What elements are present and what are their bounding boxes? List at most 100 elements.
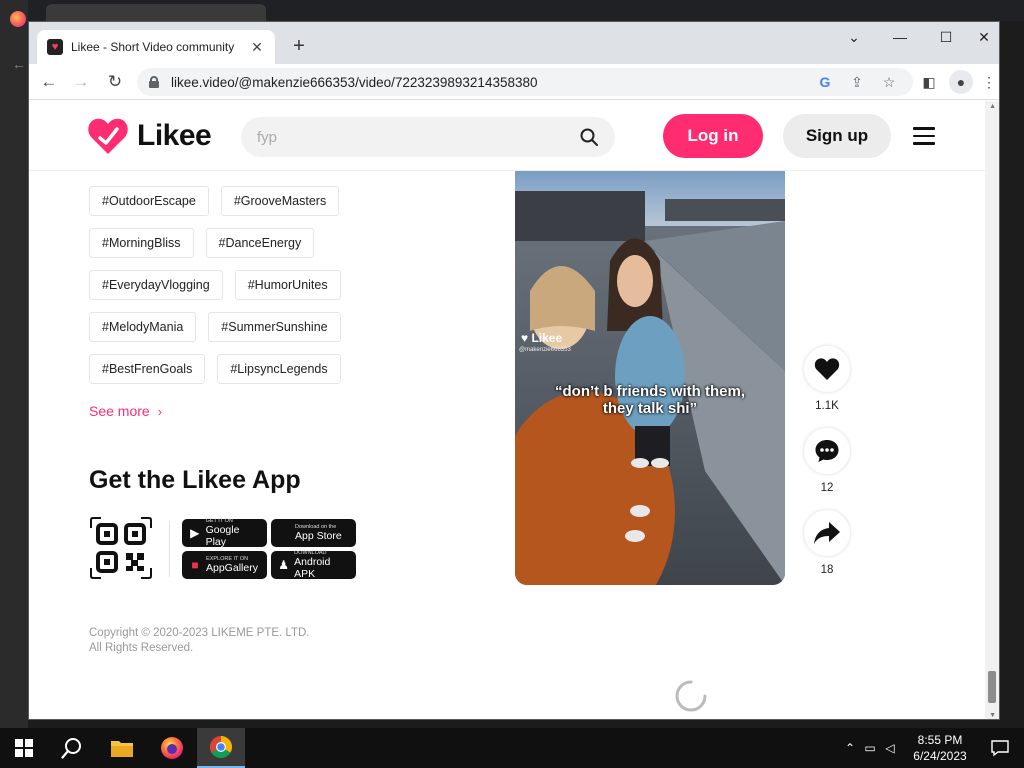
search-taskbar-button[interactable]: [48, 728, 96, 768]
hashtag-item[interactable]: #SummerSunshine: [208, 312, 341, 342]
tab-search-icon[interactable]: ⌄: [831, 26, 877, 48]
system-clock[interactable]: 8:55 PM 6/24/2023: [906, 732, 974, 764]
hashtag-item[interactable]: #LipsyncLegends: [217, 354, 341, 384]
minimize-button[interactable]: —: [877, 26, 923, 48]
caption-line: they talk shi”: [602, 400, 698, 417]
chrome-taskbar-button[interactable]: [197, 728, 245, 768]
hashtag-item[interactable]: #MelodyMania: [89, 312, 197, 342]
video-watermark: ♥ Likee: [521, 331, 563, 345]
search-bar[interactable]: [241, 117, 615, 157]
google-play-button[interactable]: ▶ GET IT ON Google Play: [182, 518, 267, 548]
watermark-username: @makenzie666353: [519, 347, 571, 353]
tab-title: Likee - Short Video community: [71, 40, 235, 54]
hashtag-item[interactable]: #HumorUnites: [234, 270, 341, 300]
firefox-icon: [10, 11, 26, 27]
qr-code-icon: [90, 517, 152, 579]
tag-row: #EverydayVlogging #HumorUnites: [89, 270, 389, 300]
like-button[interactable]: [804, 346, 850, 392]
notification-button[interactable]: [976, 728, 1024, 768]
hashtag-item[interactable]: #MorningBliss: [89, 228, 194, 258]
share-count: 18: [820, 564, 834, 576]
scroll-down-icon[interactable]: ▼: [989, 712, 996, 719]
hashtag-item[interactable]: #OutdoorEscape: [89, 186, 209, 216]
comment-icon: [815, 440, 839, 462]
firefox-taskbar-button[interactable]: [148, 728, 196, 768]
hashtag-item[interactable]: #GrooveMasters: [220, 186, 340, 216]
share-arrow-icon: [814, 522, 840, 544]
google-lens-icon[interactable]: G: [813, 74, 837, 90]
bookmark-star-icon[interactable]: ☆: [877, 74, 901, 91]
tag-row: #BestFrenGoals #LipsyncLegends: [89, 354, 389, 384]
search-icon[interactable]: [579, 127, 599, 147]
share-action: 18: [803, 510, 851, 576]
scrollbar-thumb[interactable]: [988, 671, 996, 703]
more-menu-icon[interactable]: ⋮: [981, 70, 997, 94]
video-actions: 1.1K 12 18: [803, 346, 851, 592]
clock-date: 6/24/2023: [913, 749, 967, 763]
hashtag-item[interactable]: #DanceEnergy: [205, 228, 315, 258]
like-count: 1.1K: [815, 400, 839, 412]
store-big-text: Google Play: [205, 524, 240, 548]
back-arrow-icon: ←: [12, 56, 26, 72]
lock-icon[interactable]: [149, 76, 159, 88]
volume-muted-icon[interactable]: ◁: [880, 741, 900, 755]
profile-avatar-icon[interactable]: ●: [949, 70, 973, 94]
share-icon[interactable]: ⇪: [845, 74, 869, 91]
like-action: 1.1K: [803, 346, 851, 412]
store-big-text: Android APK: [294, 556, 331, 580]
caption-line: “don’t b friends with them,: [555, 383, 745, 400]
side-panel-icon[interactable]: ◧: [917, 70, 941, 94]
tab-close-icon[interactable]: ✕: [249, 39, 265, 56]
watermark-text: Likee: [531, 331, 563, 345]
url-text[interactable]: likee.video/@makenzie666353/video/722323…: [171, 75, 805, 90]
hashtag-item[interactable]: #BestFrenGoals: [89, 354, 206, 384]
signup-button[interactable]: Sign up: [783, 114, 891, 158]
maximize-button[interactable]: ☐: [923, 26, 969, 48]
comment-count: 12: [820, 482, 834, 494]
clock-time: 8:55 PM: [917, 733, 963, 747]
app-store-button[interactable]: Download on the App Store: [271, 519, 356, 547]
copyright-line: All Rights Reserved.: [89, 642, 194, 654]
see-more-link[interactable]: See more ›: [89, 403, 162, 419]
tab-likee[interactable]: ♥ Likee - Short Video community ✕: [37, 30, 275, 64]
login-button[interactable]: Log in: [663, 114, 763, 158]
search-icon: [61, 738, 81, 759]
google-play-icon: ▶: [190, 526, 200, 540]
browser-window: ♥ Likee - Short Video community ✕ + ⌄ — …: [28, 21, 1000, 720]
tag-row: #MelodyMania #SummerSunshine: [89, 312, 389, 342]
network-icon[interactable]: ▭: [860, 741, 880, 755]
share-button[interactable]: [804, 510, 850, 556]
video-player[interactable]: ♥ Likee @makenzie666353 “don’t b friends…: [515, 171, 785, 585]
browser-toolbar: ← → ↻ likee.video/@makenzie666353/video/…: [29, 64, 999, 100]
hashtag-list: #OutdoorEscape #GrooveMasters #MorningBl…: [89, 186, 389, 396]
forward-button[interactable]: →: [69, 70, 93, 94]
site-header: Likee Log in Sign up: [29, 101, 985, 171]
search-input[interactable]: [257, 128, 579, 146]
windows-logo-icon: [15, 739, 33, 757]
address-bar[interactable]: likee.video/@makenzie666353/video/722323…: [137, 68, 913, 96]
video-frame: [515, 171, 785, 585]
likee-favicon-icon: ♥: [47, 39, 63, 55]
hashtag-item[interactable]: #EverydayVlogging: [89, 270, 223, 300]
chevron-up-icon[interactable]: ⌃: [840, 741, 860, 755]
see-more-label: See more: [89, 403, 150, 419]
close-window-button[interactable]: ✕: [969, 26, 999, 48]
tab-strip: ♥ Likee - Short Video community ✕ + ⌄ — …: [29, 22, 999, 64]
tag-row: #MorningBliss #DanceEnergy: [89, 228, 389, 258]
file-explorer-button[interactable]: [98, 728, 146, 768]
copyright-text: Copyright © 2020-2023 LIKEME PTE. LTD. A…: [89, 626, 309, 656]
page-content: Likee Log in Sign up #OutdoorEscape #Gro…: [29, 101, 999, 719]
android-apk-button[interactable]: ♟ DOWNLOAD Android APK: [271, 550, 356, 580]
back-button[interactable]: ←: [37, 70, 61, 94]
reload-button[interactable]: ↻: [103, 70, 127, 94]
folder-icon: [111, 741, 133, 757]
start-button[interactable]: [0, 728, 48, 768]
page-scrollbar[interactable]: ▲ ▼: [985, 101, 999, 719]
scroll-up-icon[interactable]: ▲: [989, 103, 996, 110]
hamburger-menu-icon[interactable]: [913, 127, 935, 145]
comment-action: 12: [803, 428, 851, 494]
new-tab-button[interactable]: +: [287, 35, 311, 57]
likee-logo[interactable]: Likee: [87, 117, 212, 155]
comment-button[interactable]: [804, 428, 850, 474]
appgallery-button[interactable]: ■ EXPLORE IT ON AppGallery: [182, 551, 267, 579]
